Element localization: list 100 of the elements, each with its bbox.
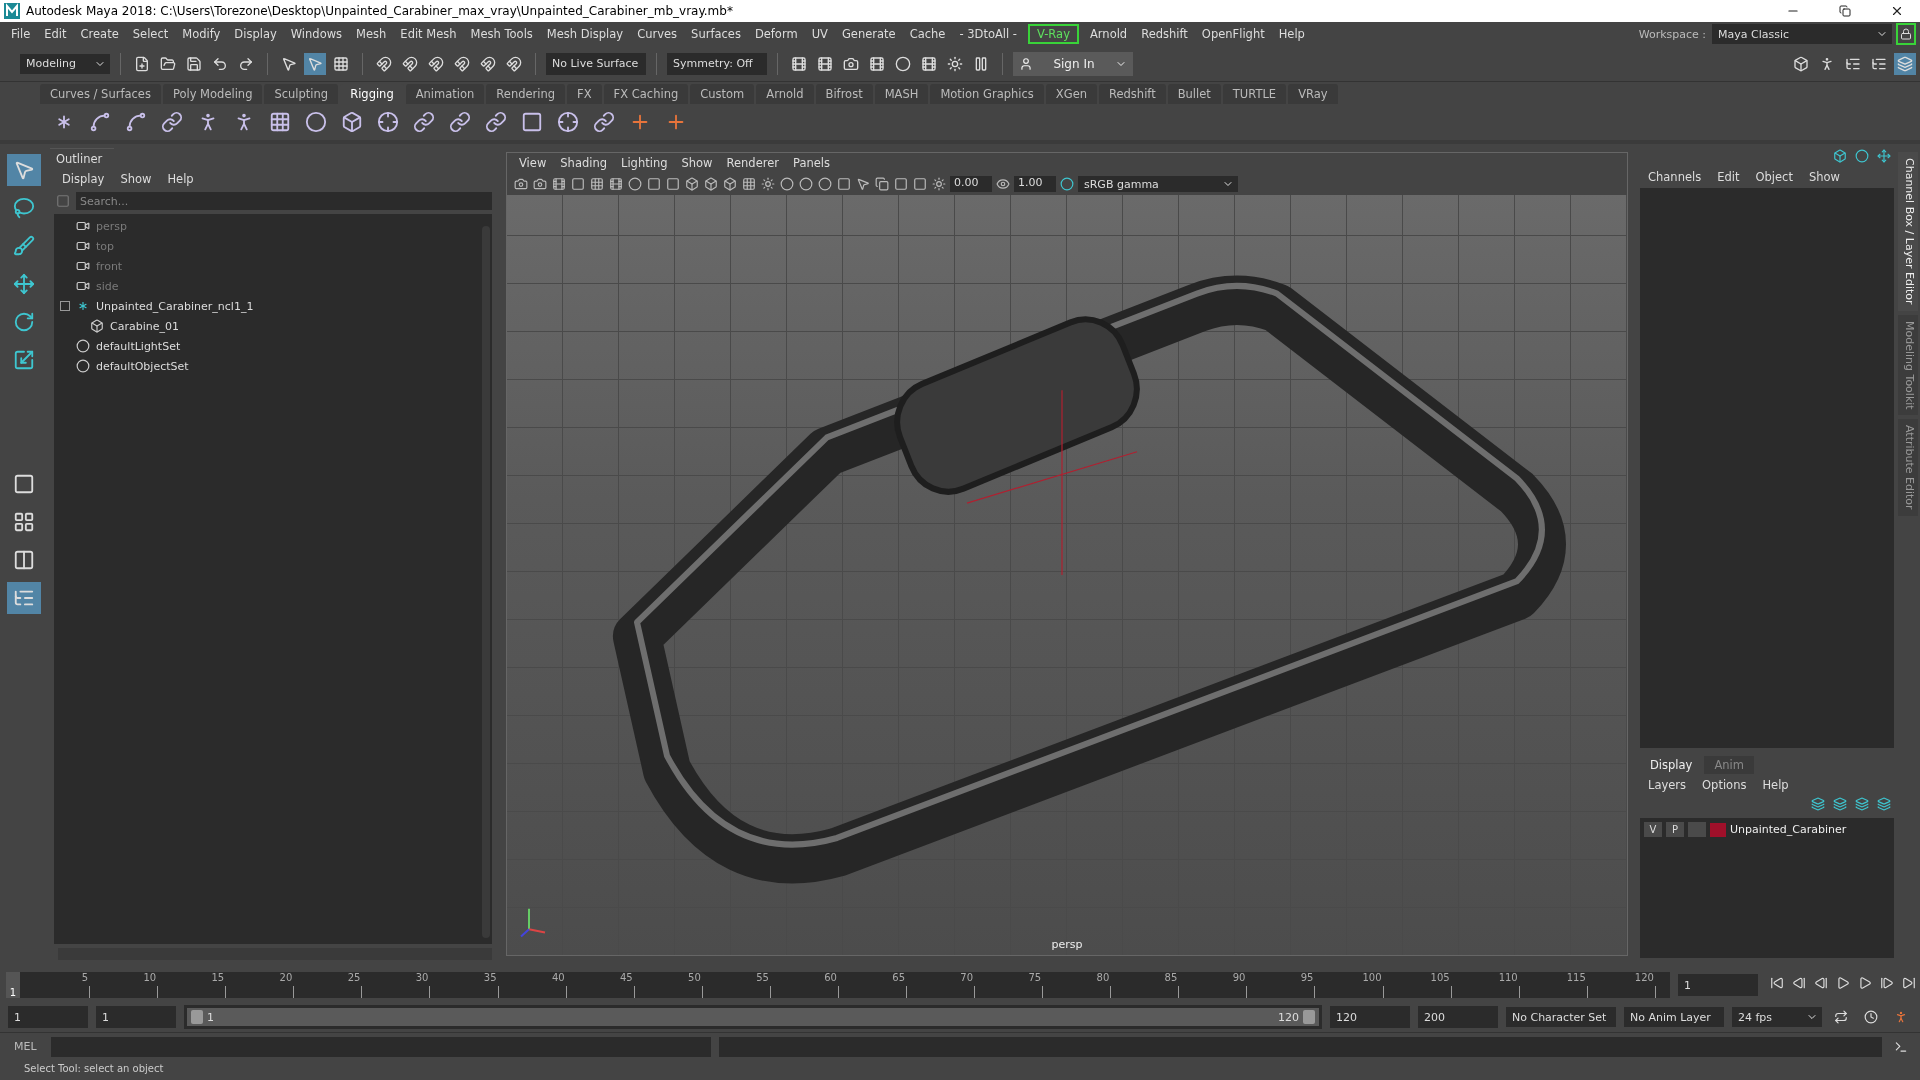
shelf-tab[interactable]: FX xyxy=(567,84,602,104)
shelf-tab[interactable]: Bifrost xyxy=(815,84,873,104)
menu-item[interactable]: Show xyxy=(114,172,158,186)
menu-item[interactable]: Mesh xyxy=(349,26,394,42)
menu-item[interactable]: V-Ray xyxy=(1028,24,1079,44)
shelf-tab[interactable]: Poly Modeling xyxy=(162,84,263,104)
menu-item[interactable]: Modify xyxy=(175,26,228,42)
menu-item[interactable]: Redshift xyxy=(1134,26,1195,42)
mesh-icon[interactable] xyxy=(90,319,104,333)
menu-item[interactable]: Mesh Tools xyxy=(463,26,540,42)
live-surface-field[interactable]: No Live Surface xyxy=(546,52,646,75)
playback-end-field[interactable]: 120 xyxy=(1330,1006,1410,1028)
gamma-field[interactable]: 1.00 xyxy=(1014,176,1056,192)
menu-item[interactable]: File xyxy=(4,26,38,42)
viewport-tool-icon[interactable] xyxy=(836,176,852,192)
menu-item[interactable]: Curves xyxy=(630,26,685,42)
menu-item[interactable]: Shading xyxy=(554,156,613,170)
menu-item[interactable]: Surfaces xyxy=(684,26,748,42)
menu-item[interactable]: Object xyxy=(1749,170,1799,184)
menu-item[interactable]: Show xyxy=(1802,170,1846,184)
shelf-tab[interactable]: Animation xyxy=(405,84,485,104)
viewport-tool-icon[interactable] xyxy=(589,176,605,192)
select-object-icon[interactable] xyxy=(304,52,326,75)
shelf-tab[interactable]: Curves / Surfaces xyxy=(40,84,161,104)
shelf-tab[interactable]: MASH xyxy=(874,84,929,104)
current-frame-marker[interactable]: 1 xyxy=(6,972,20,998)
menu-item[interactable]: Renderer xyxy=(720,156,786,170)
exposure-icon[interactable] xyxy=(931,176,947,192)
camera-icon[interactable] xyxy=(76,259,90,273)
viewport-tool-icon[interactable] xyxy=(874,176,890,192)
menu-item[interactable]: Channels xyxy=(1642,170,1708,184)
viewport-tool-icon[interactable] xyxy=(798,176,814,192)
menu-item[interactable]: Arnold xyxy=(1082,26,1135,42)
viewport-tool-icon[interactable] xyxy=(760,176,776,192)
viewport-tool-icon[interactable] xyxy=(893,176,909,192)
restore-icon[interactable] xyxy=(1839,5,1851,17)
camera-icon[interactable] xyxy=(76,219,90,233)
menu-item[interactable]: Help xyxy=(1271,26,1312,42)
panel-tool-icon[interactable] xyxy=(1854,148,1870,164)
side-tab[interactable]: Modeling Toolkit xyxy=(1898,314,1918,416)
set-icon[interactable] xyxy=(76,339,90,353)
panel-tool-icon[interactable] xyxy=(1876,148,1892,164)
side-tab[interactable]: Channel Box / Layer Editor xyxy=(1898,152,1918,311)
menu-item[interactable]: Show xyxy=(675,156,719,170)
menu-item[interactable]: - 3DtoAll - xyxy=(952,26,1024,42)
shelf-tab[interactable]: Sculpting xyxy=(264,84,339,104)
menu-item[interactable]: Help xyxy=(1756,778,1795,792)
start-frame-field[interactable]: 1 xyxy=(8,1006,88,1028)
workspace-dropdown[interactable]: Maya Classic xyxy=(1712,24,1892,44)
command-result-field[interactable] xyxy=(718,1036,1882,1057)
anim-layer-dropdown[interactable]: No Anim Layer xyxy=(1624,1007,1724,1027)
layer-action-icon[interactable] xyxy=(1854,796,1870,812)
panel-tool-icon[interactable] xyxy=(1832,148,1848,164)
viewport-tool-icon[interactable] xyxy=(912,176,928,192)
user-icon[interactable] xyxy=(1019,56,1033,71)
menu-item[interactable]: Options xyxy=(1696,778,1753,792)
menu-item[interactable]: Windows xyxy=(283,26,350,42)
time-slider[interactable]: 1 5 10 15 20 25 30 35 40 45 50 55 60 65 70 75 80 85 90 95 100 105 110 115 120 xyxy=(6,972,1670,998)
visibility-toggle[interactable]: V xyxy=(1644,822,1662,837)
menu-item[interactable]: Edit xyxy=(1711,170,1746,184)
menu-item[interactable]: Display xyxy=(227,26,284,42)
shelf-tab[interactable]: XGen xyxy=(1045,84,1097,104)
viewport-tool-icon[interactable] xyxy=(665,176,681,192)
shelf-tab[interactable]: Motion Graphics xyxy=(930,84,1044,104)
viewport-tool-icon[interactable] xyxy=(684,176,700,192)
camera-icon[interactable] xyxy=(76,279,90,293)
layers-icon[interactable] xyxy=(1894,52,1916,75)
layer-action-icon[interactable] xyxy=(1832,796,1848,812)
menu-item[interactable]: Display xyxy=(56,172,111,186)
range-handle[interactable] xyxy=(1303,1010,1315,1024)
viewport-tool-icon[interactable] xyxy=(570,176,586,192)
exposure-field[interactable]: 0.00 xyxy=(950,176,992,192)
viewport-tool-icon[interactable] xyxy=(817,176,833,192)
outliner-layout-icon[interactable] xyxy=(7,582,41,614)
menu-item[interactable]: Help xyxy=(161,172,200,186)
menu-item[interactable]: Layers xyxy=(1642,778,1693,792)
playback-start-field[interactable]: 1 xyxy=(96,1006,176,1028)
lock-button[interactable] xyxy=(1896,23,1916,45)
shelf-tab[interactable]: Redshift xyxy=(1099,84,1166,104)
shelf-tab[interactable]: Custom xyxy=(690,84,755,104)
character-set-dropdown[interactable]: No Character Set xyxy=(1506,1007,1616,1027)
viewport-tool-icon[interactable] xyxy=(855,176,871,192)
menu-item[interactable]: Generate xyxy=(834,26,903,42)
outliner-item[interactable]: Carabine_01 xyxy=(110,319,179,333)
shelf-tab[interactable]: Bullet xyxy=(1167,84,1221,104)
shelf-tab[interactable]: Arnold xyxy=(756,84,814,104)
layer-action-icon[interactable] xyxy=(1876,796,1892,812)
viewport-tool-icon[interactable] xyxy=(779,176,795,192)
reference-toggle[interactable] xyxy=(1688,822,1706,837)
command-input[interactable] xyxy=(50,1036,711,1057)
menu-item[interactable]: Create xyxy=(73,26,126,42)
fps-dropdown[interactable]: 24 fps xyxy=(1732,1007,1822,1027)
menu-item[interactable]: Deform xyxy=(747,26,805,42)
side-tab[interactable]: Attribute Editor xyxy=(1898,419,1918,516)
gamma-icon[interactable] xyxy=(995,176,1011,192)
color-space-dropdown[interactable]: sRGB gamma xyxy=(1078,176,1238,192)
menu-item[interactable]: Mesh Display xyxy=(539,26,631,42)
search-field[interactable]: Search... xyxy=(76,192,492,210)
viewport-tool-icon[interactable] xyxy=(722,176,738,192)
viewport-tool-icon[interactable] xyxy=(627,176,643,192)
